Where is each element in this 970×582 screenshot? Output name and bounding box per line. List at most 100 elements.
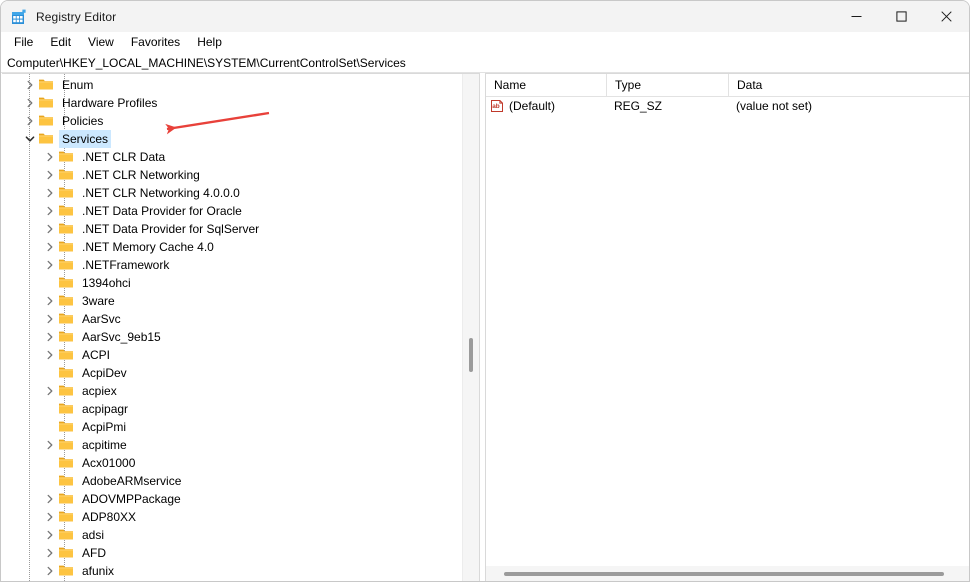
tree-item[interactable]: adsi	[2, 526, 463, 544]
chevron-right-icon[interactable]	[42, 436, 58, 454]
tree-item[interactable]: AcpiDev	[2, 364, 463, 382]
values-horizontal-scrollbar[interactable]	[486, 566, 969, 581]
menu-bar: File Edit View Favorites Help	[1, 32, 969, 53]
tree-item[interactable]: Acx01000	[2, 454, 463, 472]
folder-icon	[58, 400, 74, 418]
tree-vertical-scrollbar[interactable]	[462, 74, 479, 581]
chevron-right-icon[interactable]	[42, 490, 58, 508]
chevron-right-icon[interactable]	[42, 292, 58, 310]
tree-item-label: Services	[59, 130, 112, 148]
menu-item-file[interactable]: File	[6, 33, 41, 52]
tree-item-label: .NET CLR Networking	[82, 168, 200, 182]
tree-item[interactable]: .NET Memory Cache 4.0	[2, 238, 463, 256]
chevron-right-icon[interactable]	[42, 256, 58, 274]
window-controls	[834, 1, 969, 32]
tree-item-label: .NET Data Provider for SqlServer	[82, 222, 260, 236]
tree-item[interactable]: AarSvc	[2, 310, 463, 328]
registry-icon	[11, 9, 27, 25]
string-value-icon: ab	[490, 99, 504, 113]
chevron-right-icon[interactable]	[22, 94, 38, 112]
tree-item[interactable]: Policies	[2, 112, 463, 130]
column-header-name[interactable]: Name	[486, 74, 606, 96]
tree-item[interactable]: .NET CLR Data	[2, 148, 463, 166]
folder-icon	[58, 544, 74, 562]
tree-item-label: AarSvc	[82, 312, 121, 326]
tree-item[interactable]: .NET CLR Networking 4.0.0.0	[2, 184, 463, 202]
tree-item[interactable]: AFD	[2, 544, 463, 562]
column-header-type[interactable]: Type	[606, 74, 728, 96]
chevron-right-icon[interactable]	[42, 328, 58, 346]
window-title: Registry Editor	[36, 9, 117, 24]
chevron-right-icon[interactable]	[42, 526, 58, 544]
minimize-button[interactable]	[834, 1, 879, 32]
chevron-right-icon[interactable]	[42, 238, 58, 256]
tree-item[interactable]: .NETFramework	[2, 256, 463, 274]
registry-editor-window: Registry Editor File Edit View Favorites…	[0, 0, 970, 582]
tree-item[interactable]: 3ware	[2, 292, 463, 310]
chevron-right-icon[interactable]	[42, 220, 58, 238]
svg-text:ab: ab	[492, 103, 500, 110]
tree-item-label: adsi	[82, 528, 105, 542]
tree-item[interactable]: afunix	[2, 562, 463, 580]
tree-item-label: 1394ohci	[82, 276, 131, 290]
tree-item[interactable]: ADP80XX	[2, 508, 463, 526]
folder-icon	[58, 490, 74, 508]
tree-item[interactable]: AcpiPmi	[2, 418, 463, 436]
tree-item[interactable]: acpiex	[2, 382, 463, 400]
tree-item[interactable]: acpipagr	[2, 400, 463, 418]
tree-item[interactable]: .NET Data Provider for SqlServer	[2, 220, 463, 238]
tree-item-label: 3ware	[82, 294, 115, 308]
tree-item[interactable]: Services	[2, 130, 463, 148]
tree-item-label: AFD	[82, 546, 106, 560]
folder-icon	[58, 436, 74, 454]
chevron-right-icon[interactable]	[42, 562, 58, 580]
tree-item[interactable]: .NET Data Provider for Oracle	[2, 202, 463, 220]
tree-item-label: acpiex	[82, 384, 117, 398]
tree-item-label: .NET Memory Cache 4.0	[82, 240, 214, 254]
folder-icon	[58, 148, 74, 166]
tree-item-label: Acx01000	[82, 456, 136, 470]
tree-item[interactable]: Enum	[2, 76, 463, 94]
tree-item[interactable]: Hardware Profiles	[2, 94, 463, 112]
chevron-down-icon[interactable]	[22, 130, 38, 148]
chevron-right-icon[interactable]	[42, 184, 58, 202]
chevron-right-icon[interactable]	[42, 202, 58, 220]
value-row[interactable]: ab (Default) REG_SZ (value not set)	[486, 96, 969, 116]
chevron-right-icon[interactable]	[42, 382, 58, 400]
tree-item[interactable]: AdobeARMservice	[2, 472, 463, 490]
menu-item-edit[interactable]: Edit	[42, 33, 79, 52]
tree-item[interactable]: ACPI	[2, 346, 463, 364]
chevron-right-icon[interactable]	[42, 148, 58, 166]
chevron-right-icon[interactable]	[22, 112, 38, 130]
menu-item-favorites[interactable]: Favorites	[123, 33, 188, 52]
tree-item[interactable]: .NET CLR Networking	[2, 166, 463, 184]
chevron-right-icon[interactable]	[22, 76, 38, 94]
close-button[interactable]	[924, 1, 969, 32]
folder-icon	[58, 238, 74, 256]
chevron-right-icon[interactable]	[42, 166, 58, 184]
chevron-right-icon[interactable]	[42, 310, 58, 328]
folder-icon	[58, 274, 74, 292]
tree-item[interactable]: ADOVMPPackage	[2, 490, 463, 508]
address-bar[interactable]: Computer\HKEY_LOCAL_MACHINE\SYSTEM\Curre…	[1, 53, 969, 73]
tree-item[interactable]: acpitime	[2, 436, 463, 454]
menu-item-help[interactable]: Help	[189, 33, 230, 52]
tree-item[interactable]: AarSvc_9eb15	[2, 328, 463, 346]
menu-item-view[interactable]: View	[80, 33, 122, 52]
column-header-data[interactable]: Data	[728, 74, 969, 96]
chevron-right-icon[interactable]	[42, 346, 58, 364]
values-column-header: Name Type Data	[486, 74, 969, 97]
chevron-right-icon[interactable]	[42, 508, 58, 526]
values-scrollbar-thumb[interactable]	[504, 572, 944, 576]
tree-item[interactable]: 1394ohci	[2, 274, 463, 292]
tree-item-label: ACPI	[82, 348, 111, 362]
folder-icon	[58, 256, 74, 274]
maximize-button[interactable]	[879, 1, 924, 32]
tree-item-label: ADP80XX	[82, 510, 137, 524]
chevron-right-icon[interactable]	[42, 544, 58, 562]
registry-path: Computer\HKEY_LOCAL_MACHINE\SYSTEM\Curre…	[7, 55, 406, 70]
tree-scrollbar-thumb[interactable]	[469, 338, 473, 372]
